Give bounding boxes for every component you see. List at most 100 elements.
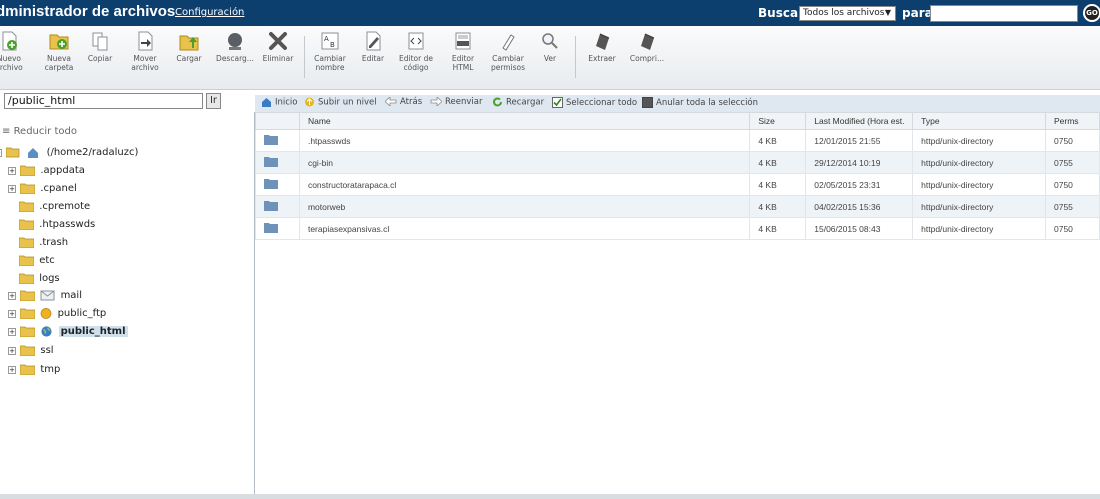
ftp-icon [41, 308, 52, 319]
file-name[interactable]: terapiasexpansivas.cl [298, 217, 751, 240]
para-label: para [902, 6, 933, 20]
deselect-all-button[interactable]: Anular toda la selección [642, 97, 758, 108]
edit-icon [366, 31, 381, 51]
file-name[interactable]: motorweb [298, 195, 751, 218]
folder-icon [20, 364, 36, 375]
view-button[interactable]: Ver [538, 30, 562, 86]
expand-icon: + [8, 327, 16, 336]
bottom-scrollbar[interactable] [0, 494, 1100, 499]
folder-icon [20, 290, 36, 301]
table-row[interactable]: constructoratarapaca.cl 4 KB 02/05/2015 … [255, 173, 1100, 196]
tree-item-public-html[interactable]: + public_html [8, 326, 128, 342]
column-header-perms[interactable]: Perms [1044, 112, 1100, 130]
go-path-button[interactable]: Ir [206, 93, 221, 109]
home-button[interactable]: Inicio [261, 97, 298, 108]
select-all-button[interactable]: Seleccionar todo [552, 97, 637, 108]
file-size: 4 KB [749, 173, 807, 196]
column-header-type[interactable]: Type [912, 112, 1046, 130]
toolbar-label: Cambiar nombre [314, 54, 346, 72]
expand-icon: + [8, 166, 16, 175]
table-header-row: Name Size Last Modified (Hora est. Type … [255, 112, 1100, 130]
toolbar-label: Nuevo archivo [0, 54, 23, 72]
file-size: 4 KB [749, 129, 807, 152]
rename-button[interactable]: AB Cambiar nombre [311, 30, 349, 86]
file-perms[interactable]: 0750 [1044, 217, 1100, 240]
file-name[interactable]: .htpasswds [298, 129, 751, 152]
back-button[interactable]: Atrás [385, 97, 422, 107]
folder-icon [264, 134, 278, 145]
compress-button[interactable]: Compri... [625, 30, 669, 86]
table-row[interactable]: terapiasexpansivas.cl 4 KB 15/06/2015 08… [255, 217, 1100, 240]
file-modified: 02/05/2015 23:31 [805, 173, 914, 196]
file-type: httpd/unix-directory [912, 151, 1046, 174]
tree-item-trash[interactable]: .trash [19, 237, 68, 253]
toolbar-divider [304, 36, 305, 78]
toolbar-label: Descarg... [216, 54, 254, 63]
tree-item-cpanel[interactable]: + .cpanel [8, 183, 77, 199]
go-button[interactable]: GO [1083, 4, 1100, 22]
move-button[interactable]: Mover archivo [128, 30, 162, 86]
tree-item-tmp[interactable]: + tmp [8, 364, 60, 380]
delete-button[interactable]: Eliminar [260, 30, 296, 86]
search-scope-select[interactable]: Todos los archivos ▼ [799, 6, 896, 21]
row-icon-cell [255, 151, 300, 174]
file-table: Name Size Last Modified (Hora est. Type … [255, 112, 1100, 240]
configuration-link[interactable]: Configuración [175, 7, 244, 18]
file-name[interactable]: cgi-bin [298, 151, 751, 174]
permissions-button[interactable]: Cambiar permisos [488, 30, 528, 86]
toolbar-label: Cargar [176, 54, 202, 63]
file-size: 4 KB [749, 217, 807, 240]
code-editor-button[interactable]: Editor de código [396, 30, 436, 86]
path-bar: /public_html Ir [0, 90, 255, 112]
upload-button[interactable]: Cargar [174, 30, 204, 86]
column-header-name[interactable]: Name [298, 112, 751, 130]
tree-item-ssl[interactable]: + ssl [8, 345, 54, 361]
column-header-size[interactable]: Size [749, 112, 807, 130]
html-editor-icon [455, 32, 471, 50]
reload-label: Recargar [506, 97, 545, 108]
table-row[interactable]: .htpasswds 4 KB 12/01/2015 21:55 httpd/u… [255, 129, 1100, 152]
file-perms[interactable]: 0755 [1044, 195, 1100, 218]
extract-button[interactable]: Extraer [585, 30, 619, 86]
search-input[interactable] [930, 5, 1078, 22]
collapse-all-link[interactable]: ≡ Reducir todo [2, 126, 77, 137]
toolbar-label: Nueva carpeta [44, 54, 74, 72]
tree-root[interactable]: − (/home2/radaluzc) [0, 147, 138, 163]
permissions-icon [502, 34, 515, 51]
copy-button[interactable]: Copiar [85, 30, 115, 86]
file-perms[interactable]: 0750 [1044, 129, 1100, 152]
folder-icon [20, 308, 36, 319]
tree-item-appdata[interactable]: + .appdata [8, 165, 85, 181]
path-input[interactable]: /public_html [4, 93, 203, 109]
new-file-button[interactable]: Nuevo archivo [0, 30, 24, 86]
tree-item-htpasswds[interactable]: .htpasswds [19, 219, 95, 235]
navigation-bar: Inicio Subir un nivel Atrás Reenviar Rec… [255, 95, 1100, 112]
tree-root-label: (/home2/radaluzc) [46, 147, 139, 158]
file-perms[interactable]: 0755 [1044, 151, 1100, 174]
up-one-level-button[interactable]: Subir un nivel [304, 97, 377, 108]
table-row[interactable]: cgi-bin 4 KB 29/12/2014 10:19 httpd/unix… [255, 151, 1100, 174]
tree-item-logs[interactable]: logs [19, 273, 60, 289]
table-row[interactable]: motorweb 4 KB 04/02/2015 15:36 httpd/uni… [255, 195, 1100, 218]
download-button[interactable]: Descarg... [213, 30, 257, 86]
forward-button[interactable]: Reenviar [430, 97, 482, 107]
edit-button[interactable]: Editar [358, 30, 388, 86]
toolbar: Nuevo archivo Nueva carpeta Copiar Mover… [0, 26, 1100, 90]
back-arrow-icon [385, 97, 397, 106]
column-header-icon [255, 112, 300, 130]
html-editor-button[interactable]: Editor HTML [446, 30, 480, 86]
tree-item-mail[interactable]: + mail [8, 290, 82, 306]
expand-icon: + [8, 291, 16, 300]
envelope-icon [40, 290, 55, 301]
file-perms[interactable]: 0750 [1044, 173, 1100, 196]
new-folder-button[interactable]: Nueva carpeta [42, 30, 76, 86]
expand-icon: + [8, 346, 16, 355]
column-header-modified[interactable]: Last Modified (Hora est. [805, 112, 914, 130]
app-title: dministrador de archivos [0, 3, 176, 20]
file-modified: 29/12/2014 10:19 [805, 151, 914, 174]
tree-item-etc[interactable]: etc [19, 255, 55, 271]
file-name[interactable]: constructoratarapaca.cl [298, 173, 751, 196]
tree-item-public-ftp[interactable]: + public_ftp [8, 308, 106, 324]
tree-item-cpremote[interactable]: .cpremote [19, 201, 90, 217]
reload-button[interactable]: Recargar [492, 97, 544, 108]
